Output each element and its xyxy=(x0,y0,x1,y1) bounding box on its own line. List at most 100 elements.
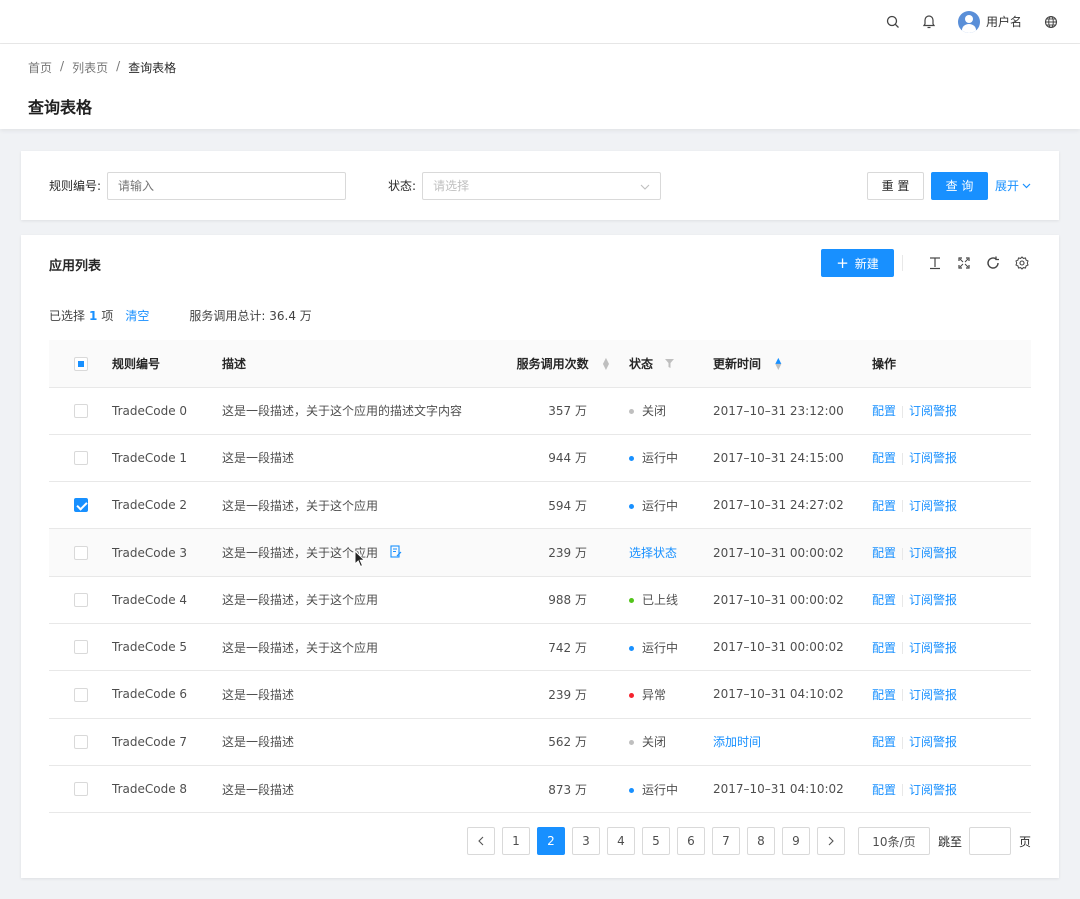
status-select[interactable]: 请选择 xyxy=(422,171,662,200)
page-button[interactable]: 6 xyxy=(676,827,705,855)
user-menu[interactable]: 用户名 xyxy=(957,10,1022,33)
cell-status: 运行中 xyxy=(629,623,713,672)
rule-input[interactable] xyxy=(107,171,347,200)
action-divider xyxy=(902,642,904,655)
cell-calls: 988 万 xyxy=(472,576,629,624)
edit-icon[interactable] xyxy=(390,545,402,561)
breadcrumb-home[interactable]: 首页 xyxy=(28,59,52,76)
cell-time: 2017–10–31 24:15:00 xyxy=(713,434,872,483)
cell-code: TradeCode 0 xyxy=(112,387,222,435)
cell-code: TradeCode 1 xyxy=(112,434,222,483)
row-checkbox[interactable] xyxy=(73,593,88,608)
page-button[interactable]: 4 xyxy=(606,827,635,855)
config-link[interactable]: 配置 xyxy=(872,593,896,607)
column-header-calls[interactable]: 服务调用次数 ▲ ▼ xyxy=(472,340,629,388)
fullscreen-icon[interactable] xyxy=(955,254,973,272)
jump-input[interactable] xyxy=(968,827,1011,855)
breadcrumb: 首页 / 列表页 / 查询表格 xyxy=(28,59,1052,76)
page-button[interactable]: 2 xyxy=(536,827,565,855)
cursor-icon xyxy=(354,550,366,568)
subscribe-alert-link[interactable]: 订阅警报 xyxy=(909,404,957,418)
status-text: 已上线 xyxy=(642,593,679,608)
subscribe-alert-link[interactable]: 订阅警报 xyxy=(909,451,957,465)
next-page-button[interactable] xyxy=(816,827,845,855)
cell-calls: 239 万 xyxy=(472,670,629,719)
cell-desc: 这是一段描述 xyxy=(222,765,472,814)
status-text: 关闭 xyxy=(642,735,667,750)
row-checkbox[interactable] xyxy=(73,734,88,749)
config-link[interactable]: 配置 xyxy=(872,641,896,655)
expand-link[interactable]: 展开 xyxy=(995,177,1031,194)
config-link[interactable]: 配置 xyxy=(872,783,896,797)
column-header-time[interactable]: 更新时间 ▲ ▼ xyxy=(713,340,872,388)
query-button[interactable]: 查 询 xyxy=(930,171,988,200)
row-checkbox[interactable] xyxy=(73,640,88,655)
config-link[interactable]: 配置 xyxy=(872,546,896,560)
config-link[interactable]: 配置 xyxy=(872,451,896,465)
page-size-select[interactable]: 10条/页 xyxy=(857,827,930,855)
subscribe-alert-link[interactable]: 订阅警报 xyxy=(909,499,957,513)
sort-icon[interactable]: ▲ ▼ xyxy=(603,357,609,371)
bell-icon[interactable] xyxy=(922,14,936,29)
cell-calls: 239 万 xyxy=(472,528,629,577)
config-link[interactable]: 配置 xyxy=(872,735,896,749)
row-checkbox[interactable] xyxy=(73,451,88,466)
cell-status[interactable]: 选择状态 xyxy=(629,528,713,577)
subscribe-alert-link[interactable]: 订阅警报 xyxy=(909,783,957,797)
table-title: 应用列表 xyxy=(49,258,102,274)
filter-icon[interactable] xyxy=(665,357,675,371)
row-checkbox[interactable] xyxy=(73,498,88,513)
page-button[interactable]: 1 xyxy=(501,827,530,855)
reset-button[interactable]: 重 置 xyxy=(866,171,924,200)
time-text: 2017–10–31 00:00:02 xyxy=(713,640,844,655)
table-row: TradeCode 5 这是一段描述，关于这个应用 742 万 运行中 2017… xyxy=(49,623,1031,672)
new-button[interactable]: + 新建 xyxy=(821,249,894,277)
cell-code: TradeCode 5 xyxy=(112,623,222,672)
row-checkbox[interactable] xyxy=(73,687,88,702)
status-text: 选择状态 xyxy=(629,546,678,561)
cell-calls: 562 万 xyxy=(472,718,629,766)
table-row: TradeCode 4 这是一段描述，关于这个应用 988 万 已上线 2017… xyxy=(49,576,1031,624)
page-button[interactable]: 3 xyxy=(571,827,600,855)
table-toolbar: 应用列表 + 新建 xyxy=(49,235,1031,293)
subscribe-alert-link[interactable]: 订阅警报 xyxy=(909,641,957,655)
subscribe-alert-link[interactable]: 订阅警报 xyxy=(909,688,957,702)
density-icon[interactable] xyxy=(926,254,944,272)
column-header-status[interactable]: 状态 xyxy=(629,340,713,388)
clear-link[interactable]: 清空 xyxy=(125,307,149,324)
select-all-checkbox[interactable] xyxy=(73,356,88,371)
action-divider xyxy=(902,689,904,702)
cell-actions: 配置 订阅警报 xyxy=(872,623,1031,672)
row-checkbox[interactable] xyxy=(73,545,88,560)
page-button[interactable]: 8 xyxy=(746,827,775,855)
breadcrumb-list[interactable]: 列表页 xyxy=(72,59,108,76)
config-link[interactable]: 配置 xyxy=(872,688,896,702)
subscribe-alert-link[interactable]: 订阅警报 xyxy=(909,546,957,560)
settings-icon[interactable] xyxy=(1013,254,1031,272)
globe-icon[interactable] xyxy=(1044,15,1058,29)
action-divider xyxy=(902,594,904,607)
selected-count: 1 xyxy=(89,308,98,323)
cell-time[interactable]: 添加时间 xyxy=(713,718,872,766)
subscribe-alert-link[interactable]: 订阅警报 xyxy=(909,735,957,749)
sort-icon[interactable]: ▲ ▼ xyxy=(775,357,781,371)
reload-icon[interactable] xyxy=(984,254,1002,272)
row-checkbox[interactable] xyxy=(73,403,88,418)
status-dot xyxy=(629,456,634,462)
cell-desc-text: 这是一段描述，关于这个应用 xyxy=(222,593,379,608)
search-icon[interactable] xyxy=(886,15,900,29)
page-button[interactable]: 5 xyxy=(641,827,670,855)
time-text: 2017–10–31 00:00:02 xyxy=(713,592,844,607)
subscribe-alert-link[interactable]: 订阅警报 xyxy=(909,593,957,607)
cell-code: TradeCode 2 xyxy=(112,481,222,530)
page-button[interactable]: 7 xyxy=(711,827,740,855)
cell-status: 关闭 xyxy=(629,387,713,435)
config-link[interactable]: 配置 xyxy=(872,499,896,513)
status-dot xyxy=(629,787,634,793)
plus-icon: + xyxy=(836,254,849,272)
prev-page-button[interactable] xyxy=(466,827,495,855)
page-button[interactable]: 9 xyxy=(781,827,810,855)
config-link[interactable]: 配置 xyxy=(872,404,896,418)
cell-desc: 这是一段描述，关于这个应用 xyxy=(222,576,472,624)
row-checkbox[interactable] xyxy=(73,782,88,797)
